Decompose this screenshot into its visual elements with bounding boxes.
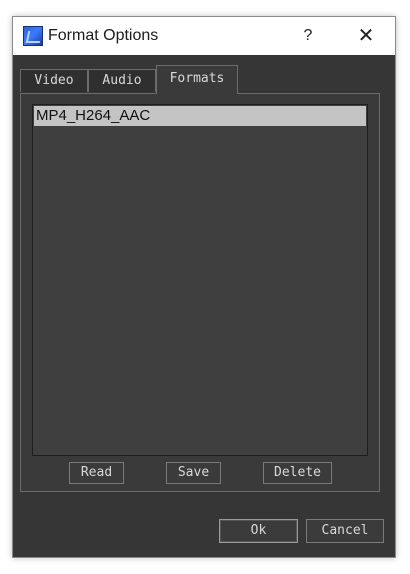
- tab-formats[interactable]: Formats: [156, 65, 238, 94]
- formats-panel: MP4_H264_AAC Read Save Delete: [20, 93, 380, 492]
- read-button[interactable]: Read: [69, 462, 124, 484]
- ok-button[interactable]: Ok: [219, 519, 298, 543]
- cancel-button[interactable]: Cancel: [306, 519, 384, 543]
- delete-button[interactable]: Delete: [263, 462, 332, 484]
- close-button[interactable]: ✕: [348, 21, 384, 51]
- window-title: Format Options: [48, 27, 159, 44]
- list-item[interactable]: MP4_H264_AAC: [34, 106, 366, 126]
- tab-video[interactable]: Video: [20, 69, 88, 92]
- save-button[interactable]: Save: [166, 462, 221, 484]
- help-button[interactable]: ?: [293, 21, 323, 51]
- close-icon: ✕: [357, 25, 375, 47]
- title-bar[interactable]: Format Options ? ✕: [13, 17, 395, 55]
- formats-list[interactable]: MP4_H264_AAC: [32, 104, 368, 456]
- tab-audio[interactable]: Audio: [88, 69, 156, 92]
- format-options-dialog: Format Options ? ✕ Video Audio Formats M…: [12, 16, 396, 558]
- app-icon: [23, 26, 43, 46]
